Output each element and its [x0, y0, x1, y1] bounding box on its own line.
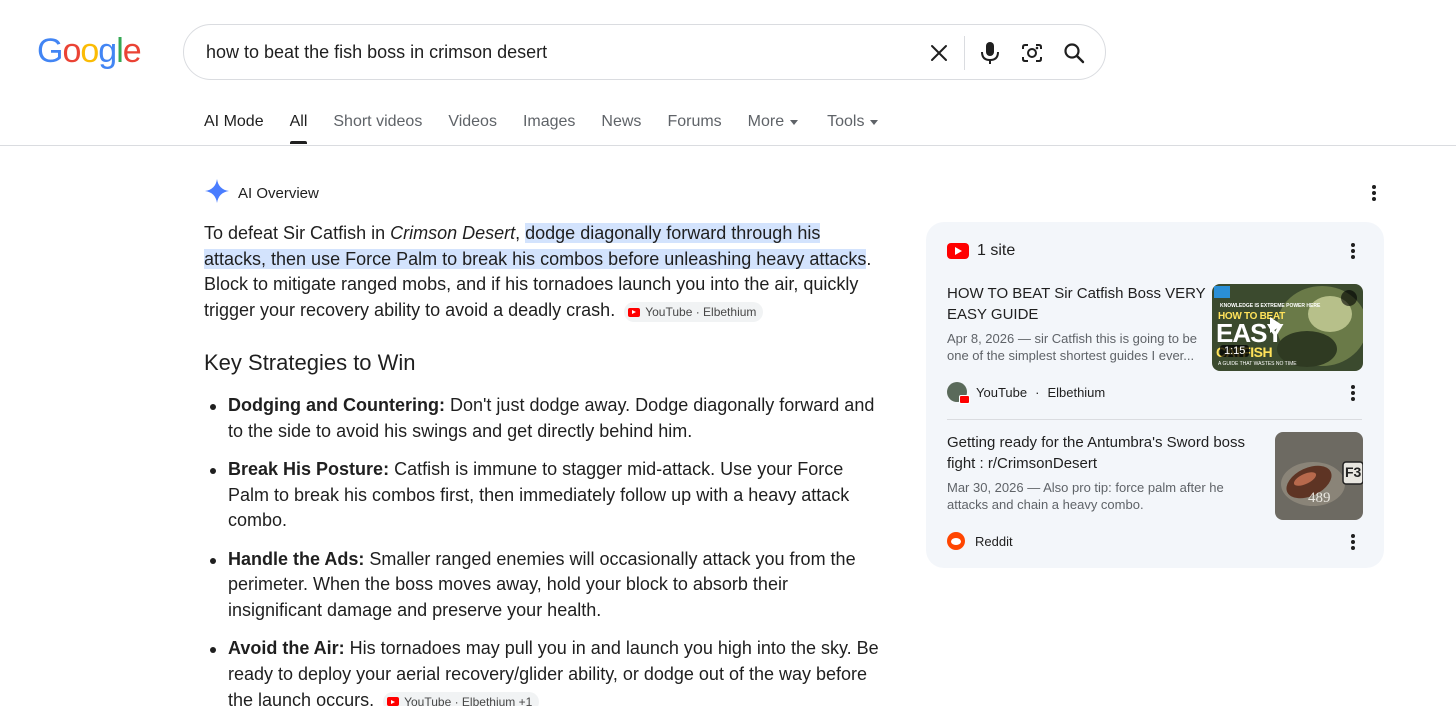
- caret-down-icon: [870, 120, 879, 125]
- list-item: Handle the Ads: Smaller ranged enemies w…: [204, 547, 884, 624]
- separator-dot: ·: [1035, 384, 1040, 400]
- sources-count: 1 site: [977, 242, 1016, 259]
- video-thumbnail[interactable]: KNOWLEDGE IS EXTREME POWER HERE HOW TO B…: [1212, 284, 1363, 371]
- search-icon[interactable]: [1059, 38, 1089, 68]
- tab-label: Videos: [448, 113, 497, 130]
- expand-icon[interactable]: [1341, 290, 1357, 306]
- tab-label: News: [601, 113, 642, 130]
- source-card-title[interactable]: Getting ready for the Antumbra's Sword b…: [947, 432, 1272, 474]
- summary-text: ,: [515, 223, 526, 243]
- sources-panel: 1 site HOW TO BEAT Sir Catfish Boss VERY…: [926, 222, 1384, 568]
- tab-news[interactable]: News: [601, 112, 641, 145]
- card-divider: [947, 419, 1362, 420]
- tab-all[interactable]: All: [289, 112, 308, 145]
- search-input[interactable]: how to beat the fish boss in crimson des…: [206, 25, 906, 79]
- ai-overview-header: AI Overview: [204, 178, 319, 209]
- source-attribution[interactable]: Reddit: [947, 532, 1013, 550]
- logo-letter: o: [62, 32, 81, 70]
- youtube-icon: [947, 243, 969, 259]
- list-item: Avoid the Air: His tornadoes may pull yo…: [204, 636, 884, 706]
- tab-videos[interactable]: Videos: [448, 112, 497, 145]
- more-options-icon[interactable]: [1343, 532, 1363, 552]
- citation-label: YouTube · Elbethium: [645, 305, 757, 320]
- key-hint: F3: [1345, 464, 1362, 480]
- tab-short-videos[interactable]: Short videos: [333, 112, 422, 145]
- thumb-caption: A GUIDE THAT WASTES NO TIME: [1218, 361, 1297, 367]
- tab-images[interactable]: Images: [523, 112, 575, 145]
- reddit-icon: [947, 532, 965, 550]
- tab-label: More: [747, 113, 785, 130]
- channel-avatar: [947, 382, 970, 404]
- tab-ai-mode[interactable]: AI Mode: [204, 112, 264, 145]
- search-box[interactable]: how to beat the fish boss in crimson des…: [183, 24, 1106, 80]
- more-options-icon[interactable]: [1343, 383, 1363, 403]
- bullet-title: Avoid the Air:: [228, 638, 345, 659]
- play-icon[interactable]: [1270, 317, 1282, 333]
- citation-chip[interactable]: YouTube · Elbethium +1: [383, 691, 540, 706]
- logo-letter: o: [80, 32, 99, 70]
- source-attribution[interactable]: YouTube · Elbethium: [947, 382, 1106, 404]
- sources-header[interactable]: 1 site: [947, 242, 1015, 260]
- video-duration: 1:15: [1220, 345, 1250, 357]
- tab-label: Forums: [667, 113, 722, 130]
- microphone-icon[interactable]: [975, 38, 1005, 68]
- item-count: 489: [1308, 490, 1331, 506]
- thumb-caption: KNOWLEDGE IS EXTREME POWER HERE: [1220, 303, 1321, 309]
- citation-label: YouTube · Elbethium +1: [404, 694, 533, 706]
- source-author: Elbethium: [1047, 384, 1106, 400]
- tab-label: Tools: [827, 113, 865, 130]
- tab-more[interactable]: More: [747, 112, 799, 145]
- more-options-icon[interactable]: [1343, 241, 1363, 261]
- tab-label: Short videos: [333, 113, 423, 130]
- logo-letter: G: [37, 32, 63, 70]
- search-divider: [964, 36, 965, 70]
- source-card-snippet: Mar 30, 2026 — Also pro tip: force palm …: [947, 480, 1224, 512]
- tab-forums[interactable]: Forums: [667, 112, 721, 145]
- logo-letter: e: [122, 32, 142, 70]
- source-name: YouTube: [976, 384, 1028, 400]
- caret-down-icon: [790, 120, 799, 125]
- camera-search-icon[interactable]: [1017, 38, 1047, 68]
- google-logo[interactable]: Google: [37, 32, 142, 70]
- post-thumbnail[interactable]: F3 489: [1275, 432, 1363, 520]
- strategy-list: Dodging and Countering: Don't just dodge…: [204, 393, 884, 706]
- clear-icon[interactable]: [924, 38, 954, 68]
- bullet-title: Dodging and Countering:: [228, 395, 445, 415]
- tab-label: Images: [522, 113, 576, 130]
- youtube-icon: [387, 697, 400, 706]
- ai-overview-summary: To defeat Sir Catfish in Crimson Desert,…: [204, 221, 884, 324]
- bullet-title: Handle the Ads:: [228, 548, 365, 569]
- youtube-icon: [628, 307, 641, 317]
- logo-letter: g: [98, 32, 117, 70]
- game-title: Crimson Desert: [390, 223, 516, 243]
- section-heading: Key Strategies to Win: [204, 350, 416, 375]
- tab-tools[interactable]: Tools: [827, 112, 879, 145]
- gemini-sparkle-icon: [204, 178, 230, 209]
- more-options-icon[interactable]: [1364, 183, 1384, 203]
- citation-chip[interactable]: YouTube · Elbethium: [624, 302, 764, 323]
- list-item: Break His Posture: Catfish is immune to …: [204, 457, 884, 534]
- ai-overview-label: AI Overview: [238, 185, 319, 202]
- tab-label: All: [289, 113, 308, 130]
- list-item: Dodging and Countering: Don't just dodge…: [204, 393, 884, 444]
- summary-text: To defeat Sir Catfish in: [204, 223, 391, 243]
- source-card-snippet: Apr 8, 2026 — sir Catfish this is going …: [947, 331, 1198, 363]
- header-divider: [0, 145, 1456, 146]
- search-tabs: AI Mode All Short videos Videos Images N…: [204, 112, 904, 146]
- source-card-title[interactable]: HOW TO BEAT Sir Catfish Boss VERY EASY G…: [947, 283, 1209, 325]
- bullet-title: Break His Posture:: [228, 458, 390, 479]
- source-name: Reddit: [975, 533, 1013, 549]
- tab-label: AI Mode: [204, 113, 264, 130]
